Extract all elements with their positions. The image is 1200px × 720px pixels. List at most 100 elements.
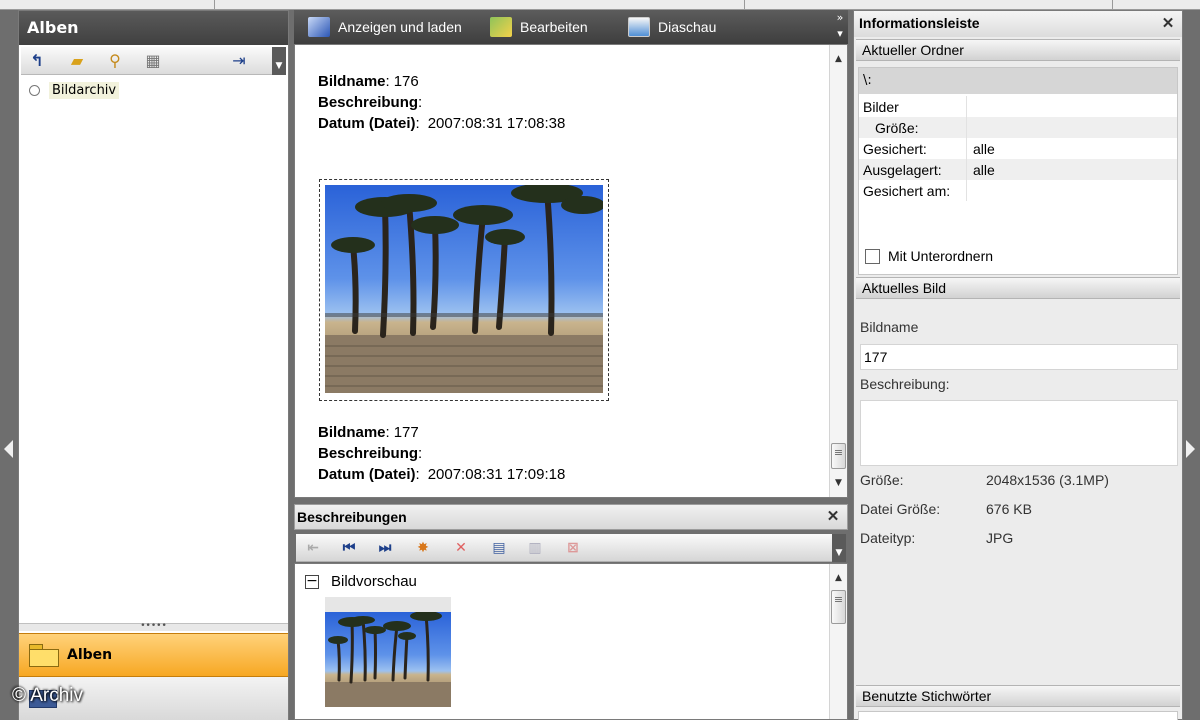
tree-node-icon <box>29 84 40 96</box>
meta-key: Bildname <box>318 424 386 441</box>
scroll-up-icon[interactable]: ▲ <box>830 51 847 67</box>
preview-thumbnail[interactable] <box>325 612 451 707</box>
main-toolbar: Anzeigen und laden Bearbeiten Diaschau »… <box>294 10 848 44</box>
view-load-icon <box>308 17 330 37</box>
detail-row-file-type: Dateityp: JPG <box>860 530 1013 546</box>
descriptions-title: Beschreibungen <box>297 509 407 525</box>
edit-label: Bearbeiten <box>520 19 588 35</box>
up-level-icon[interactable]: ↰ <box>27 51 47 71</box>
image-description-label: Beschreibung: <box>860 376 950 392</box>
delete-icon[interactable]: ✕ <box>450 538 472 558</box>
meta-value: 2007:08:31 17:09:18 <box>427 466 566 483</box>
descriptions-scrollbar[interactable]: ▲ <box>829 564 847 719</box>
descriptions-panel-header: Beschreibungen ✕ <box>294 504 848 530</box>
info-panel-title: Informationsleiste ✕ <box>854 11 1182 37</box>
top-strip-segment <box>215 0 745 9</box>
folder-path: \: <box>859 68 1177 94</box>
edit-icon <box>490 17 512 37</box>
top-strip <box>0 0 1200 10</box>
list-view-icon[interactable]: ▦ <box>143 51 163 71</box>
detail-key: Dateityp: <box>860 530 916 546</box>
image-list: Bildname: 176 Beschreibung: Datum (Datei)… <box>294 44 848 498</box>
meta-key: Bildname <box>318 73 386 90</box>
keywords-header[interactable]: Benutzte Stichwörter <box>856 685 1180 707</box>
scroll-up-icon[interactable]: ▲ <box>830 570 847 586</box>
collapse-left-icon[interactable] <box>4 440 13 458</box>
previous-icon[interactable]: ⏮ <box>338 538 360 558</box>
slideshow-button[interactable]: Diaschau <box>628 16 716 38</box>
top-strip-segment <box>0 0 215 9</box>
prop-row: Ausgelagert: alle <box>859 159 1177 180</box>
new-folder-icon[interactable]: ▰ <box>67 51 87 71</box>
prop-value: alle <box>973 161 995 178</box>
image-meta-177: Bildname: 177 Beschreibung: Datum (Datei)… <box>318 424 566 483</box>
search-icon[interactable]: ⚲ <box>105 51 125 71</box>
slideshow-label: Diaschau <box>658 19 717 35</box>
close-icon[interactable]: ✕ <box>1160 15 1176 33</box>
toolbar-more-icon[interactable]: » ▾ <box>834 10 846 44</box>
image-thumbnail-177[interactable] <box>325 185 603 393</box>
image-list-scrollbar[interactable]: ▲ ▼ <box>829 45 847 497</box>
detail-value: JPG <box>986 530 1014 546</box>
palm-beach-photo <box>325 185 603 393</box>
image-name-label: Bildname <box>860 319 919 335</box>
palm-beach-preview <box>325 612 451 707</box>
current-image-header[interactable]: Aktuelles Bild <box>856 277 1180 299</box>
prop-key: Ausgelagert: <box>859 159 967 180</box>
selected-image-frame[interactable] <box>319 179 609 401</box>
keywords-field[interactable] <box>858 711 1178 720</box>
prop-row: Gesichert am: <box>859 180 1177 201</box>
close-icon[interactable]: ✕ <box>825 508 841 526</box>
prop-row: Gesichert: alle <box>859 138 1177 159</box>
prop-row: Bilder <box>859 96 1177 117</box>
folder-icon <box>29 644 59 667</box>
prop-row: Größe: <box>859 117 1177 138</box>
remove-field-icon[interactable]: ⊠ <box>562 538 584 558</box>
collapse-right-icon[interactable] <box>1186 440 1195 458</box>
toolbar-overflow-icon[interactable]: ▼ <box>272 47 286 75</box>
meta-value: 2007:08:31 17:08:38 <box>427 115 566 132</box>
subfolders-checkbox[interactable]: Mit Unterordnern <box>865 248 993 264</box>
detail-row-file-size: Datei Größe: 676 KB <box>860 501 1032 517</box>
detail-value: 2048x1536 (3.1MP) <box>986 472 1109 488</box>
image-name-field[interactable]: 177 <box>860 344 1178 370</box>
exit-icon[interactable]: ⇥ <box>229 51 249 71</box>
subfolders-label: Mit Unterordnern <box>888 248 994 264</box>
collapse-icon[interactable]: − <box>305 574 319 589</box>
preview-label: Bildvorschau <box>331 573 417 590</box>
tree-item-bildarchiv[interactable]: Bildarchiv <box>29 79 120 101</box>
view-load-button[interactable]: Anzeigen und laden <box>308 16 462 38</box>
next-icon[interactable]: ⏭ <box>374 538 396 558</box>
new-entry-icon[interactable]: ✸ <box>412 538 434 558</box>
scroll-thumb[interactable] <box>831 443 846 469</box>
detail-key: Datei Größe: <box>860 501 941 517</box>
prop-key: Gesichert am: <box>859 180 967 201</box>
toolbar-overflow-icon[interactable]: ▼ <box>832 534 846 562</box>
top-strip-segment <box>745 0 1113 9</box>
meta-key: Beschreibung <box>318 445 419 462</box>
albums-toolbar: ↰ ▰ ⚲ ▦ ⇥ ▼ <box>21 47 286 75</box>
tab-alben[interactable]: Alben <box>19 633 288 677</box>
first-icon[interactable]: ⇤ <box>302 538 324 558</box>
watermark: © Archiv <box>12 685 84 706</box>
detail-value: 676 KB <box>986 501 1032 517</box>
image-description-field[interactable] <box>860 400 1178 466</box>
scroll-thumb[interactable] <box>831 590 846 624</box>
panel-splitter[interactable]: ••••• <box>19 622 288 631</box>
edit-button[interactable]: Bearbeiten <box>490 16 588 38</box>
detail-key: Größe: <box>860 472 904 488</box>
tree-item-label: Bildarchiv <box>49 81 120 99</box>
prop-key: Größe: <box>859 117 967 138</box>
scroll-down-icon[interactable]: ▼ <box>830 475 847 491</box>
meta-value: 177 <box>393 424 419 441</box>
current-folder-header[interactable]: Aktueller Ordner <box>856 39 1180 61</box>
info-panel-title-text: Informationsleiste <box>859 15 980 31</box>
table-icon[interactable]: ▥ <box>524 538 546 558</box>
meta-key: Beschreibung <box>318 94 419 111</box>
meta-key: Datum (Datei) <box>318 115 416 132</box>
add-field-icon[interactable]: ▤ <box>488 538 510 558</box>
prop-key: Gesichert: <box>859 138 967 159</box>
checkbox-icon[interactable] <box>865 248 880 264</box>
current-folder-box: \: Bilder Größe: Gesichert: alle Ausgelag… <box>858 67 1178 275</box>
slideshow-icon <box>628 17 650 37</box>
